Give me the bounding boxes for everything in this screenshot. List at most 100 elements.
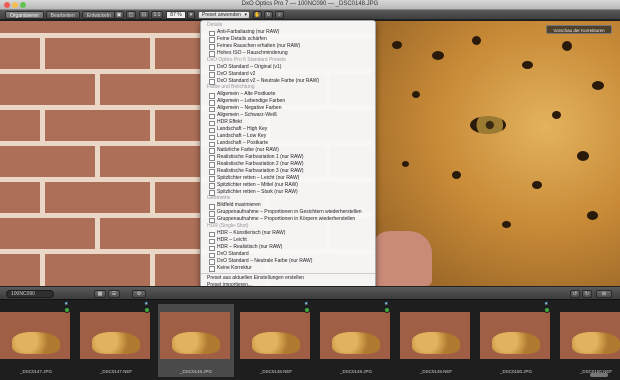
thumbnail-image: [400, 312, 470, 359]
zoom-tool-button[interactable]: ⌕: [275, 11, 284, 19]
hand-tool-button[interactable]: ✋: [253, 11, 262, 19]
preset-menu-item[interactable]: HDR Effekt: [201, 119, 375, 127]
preset-menu-item[interactable]: Keine Korrektur: [201, 265, 375, 272]
preset-menu-item[interactable]: Feines Rauschen erhalten (nur RAW): [201, 43, 375, 50]
preset-menu-item[interactable]: Allgemein – Alte Postkarte: [201, 91, 375, 99]
filmstrip-size-button[interactable]: ⊞: [596, 290, 612, 298]
processed-status-icon: [64, 307, 70, 313]
leopard-nose: [372, 231, 432, 286]
apply-preset-button[interactable]: Preset anwenden ▾: [198, 11, 250, 19]
zoom-field[interactable]: 87 %: [166, 11, 186, 19]
magnifier-icon: ⌕: [278, 12, 281, 18]
single-view-button[interactable]: ▣: [114, 11, 124, 19]
folder-label: 100NC090: [11, 291, 35, 297]
sort-icon: ☰: [111, 291, 117, 297]
preset-menu-item[interactable]: DxO Standard v2: [201, 71, 375, 78]
thumbnail-caption: _DSC0147.NEF: [99, 369, 133, 374]
menu-section-header: DxO Optics Pro 6 Standard Presets: [207, 56, 286, 63]
rotate-right-icon: ↻: [584, 291, 590, 297]
thumbnail-caption: _DSC0147.JPG: [19, 369, 53, 374]
leopard-figure: [572, 332, 620, 354]
filmstrip-thumbnail[interactable]: ★ _DSC0147.NEF: [78, 301, 154, 377]
preset-menu-item[interactable]: HDR – Leicht: [201, 237, 375, 245]
star-icon: ★: [144, 301, 149, 307]
preset-menu-item[interactable]: DxO Standard v2 – Neutrale Farbe (nur RA…: [201, 78, 375, 85]
preset-menu-item[interactable]: Bildfeld maximieren: [201, 202, 375, 210]
menu-section-header: HDR (Single-Shot): [207, 223, 249, 230]
filmstrip-thumbnail[interactable]: _DSC0149.NEF: [398, 304, 474, 377]
leopard-figure: [332, 332, 380, 354]
menu-section-header: Geometrie: [207, 195, 231, 202]
filmstrip-thumbnail[interactable]: ★ _DSC0149.JPG: [318, 301, 394, 377]
settings-menu-button[interactable]: ⚙: [132, 290, 146, 298]
fit-view-button[interactable]: ⊡: [139, 11, 149, 19]
tab-bearbeiten[interactable]: Bearbeiten: [45, 11, 80, 19]
preset-menu-item[interactable]: Feine Details schärfen: [201, 36, 375, 44]
star-icon: ★: [384, 301, 389, 307]
rotate-icon: ↻: [266, 12, 271, 18]
filmstrip-thumbnail[interactable]: ★ _DSC0148.NEF: [238, 301, 314, 377]
preset-menu-item[interactable]: Allgemein – Schwarz-Weiß: [201, 112, 375, 120]
menu-separator: [201, 272, 375, 274]
preset-menu-item[interactable]: Gruppenaufnahme – Proportionen in Gesich…: [201, 209, 375, 217]
preset-menu-item[interactable]: Natürliche Farbe (nur RAW): [201, 147, 375, 155]
preset-menu-item[interactable]: Landschaft – Low Key: [201, 133, 375, 141]
gear-icon: ⚙: [136, 291, 142, 297]
preset-menu-item[interactable]: Allgemein – Lebendige Farben: [201, 98, 375, 106]
tab-entwickeln[interactable]: Entwickeln: [81, 11, 116, 19]
thumbnail-image: [0, 312, 70, 359]
preset-menu-item[interactable]: DxO Standard – Neutrale Farbe (nur RAW): [201, 258, 375, 266]
folder-selector[interactable]: 100NC090: [6, 290, 54, 298]
thumbnail-image: [160, 312, 230, 359]
grid-view-button[interactable]: ▦: [94, 290, 106, 298]
fit-icon: ⊡: [141, 12, 147, 18]
filmstrip-scrollbar[interactable]: [590, 373, 608, 377]
preview-corrections-button[interactable]: Vorschau der Korrekturen: [546, 25, 612, 34]
preset-menu-item[interactable]: Spitzlichter retten – Mittel (nur RAW): [201, 182, 375, 189]
tab-organisieren[interactable]: Organisieren: [5, 11, 44, 19]
filmstrip-thumbnail[interactable]: _DSC0150.NEF: [558, 304, 620, 377]
preset-menu-item[interactable]: Landschaft – High Key: [201, 126, 375, 134]
apply-preset-label: Preset anwenden: [202, 12, 241, 18]
filmstrip-thumbnail[interactable]: _DSC0148.JPG: [158, 304, 234, 377]
menu-section-header: Details: [207, 22, 223, 28]
filmstrip-toolbar: 100NC090 ▦ ☰ ⚙ ↺ ↻ ⊞: [0, 286, 620, 300]
preset-menu-item[interactable]: Realistische Farbvariation 3 (nur RAW): [201, 168, 375, 175]
thumbnail-image: [560, 312, 620, 359]
rotate-left-button[interactable]: ↺: [570, 290, 580, 298]
thumbnail-image: [80, 312, 150, 359]
processed-status-icon: [544, 307, 550, 313]
hand-icon: ✋: [254, 12, 261, 18]
window-title: DxO Optics Pro 7 — 100NC090 — _DSC0148.J…: [241, 1, 379, 7]
preset-menu-item[interactable]: Gruppenaufnahme – Proportionen in Körper…: [201, 216, 375, 224]
preset-menu-item[interactable]: Allgemein – Negative Farben: [201, 105, 375, 113]
sort-button[interactable]: ☰: [108, 290, 120, 298]
preset-menu-item[interactable]: Landschaft – Postkarte: [201, 140, 375, 148]
rotate-right-button[interactable]: ↻: [582, 290, 592, 298]
preset-menu-item[interactable]: DxO Standard – Original (v1): [201, 64, 375, 71]
preset-menu-action[interactable]: Preset aus aktuellen Einstellungen erste…: [201, 275, 375, 282]
preset-menu-item[interactable]: Spitzlichter retten – Leicht (nur RAW): [201, 175, 375, 182]
grid-icon: ▦: [97, 291, 103, 297]
zoom-menu-button[interactable]: ▾: [187, 11, 195, 19]
preset-menu-item[interactable]: DxO Standard: [201, 251, 375, 259]
preset-menu-item[interactable]: Realistische Farbvariation 2 (nur RAW): [201, 161, 375, 168]
star-icon: ★: [544, 301, 549, 307]
leopard-eye: [470, 116, 506, 134]
preset-menu-item[interactable]: HDR – Künstlerisch (nur RAW): [201, 230, 375, 238]
compare-view-button[interactable]: ◫: [126, 11, 136, 19]
preset-menu-item[interactable]: HDR – Realistisch (nur RAW): [201, 244, 375, 252]
processed-status-icon: [144, 307, 150, 313]
thumbnail-caption: _DSC0150.NEF: [579, 369, 613, 374]
preset-menu-item[interactable]: Hohes ISO – Rauschminderung: [201, 50, 375, 57]
preset-menu-item[interactable]: Spitzlichter retten – Stark (nur RAW): [201, 189, 375, 196]
rotate-button[interactable]: ↻: [264, 11, 273, 19]
thumbnail-caption: _DSC0148.JPG: [179, 369, 213, 374]
preset-menu-item[interactable]: Anti-Farbaliasing (nur RAW): [201, 29, 375, 37]
ratio-button[interactable]: 1:1: [151, 11, 163, 19]
filmstrip-thumbnail[interactable]: ★ _DSC0147.JPG: [0, 301, 74, 377]
star-icon: ★: [64, 301, 69, 307]
preset-menu-item[interactable]: Realistische Farbvariation 1 (nur RAW): [201, 154, 375, 161]
filmstrip-thumbnail[interactable]: ★ _DSC0150.JPG: [478, 301, 554, 377]
processed-status-icon: [384, 307, 390, 313]
